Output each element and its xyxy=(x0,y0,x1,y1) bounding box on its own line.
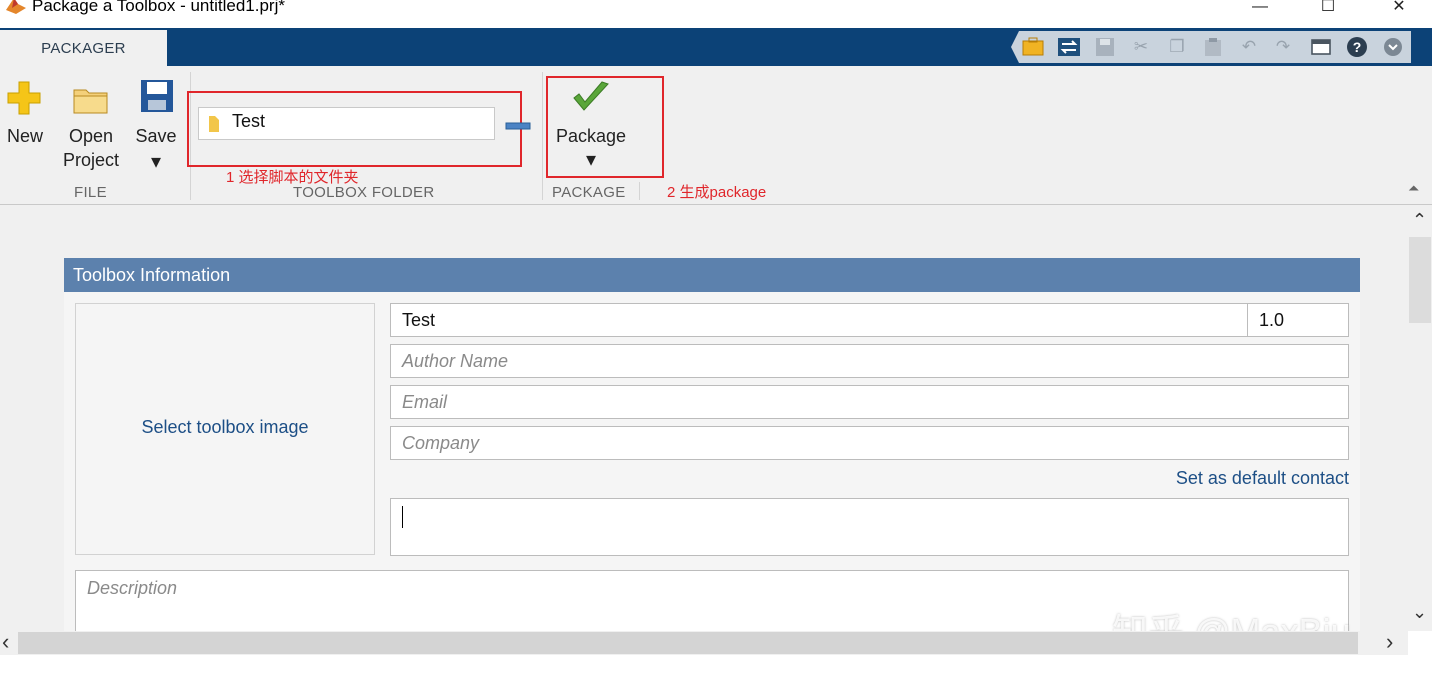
svg-text:?: ? xyxy=(1353,39,1362,55)
ribbon-divider xyxy=(542,72,543,200)
folder-icon xyxy=(209,116,219,132)
text-cursor xyxy=(402,506,403,528)
summary-field[interactable] xyxy=(390,498,1349,556)
help-icon[interactable]: ? xyxy=(1344,35,1370,59)
new-button[interactable]: New xyxy=(0,124,50,148)
package-button[interactable]: Package xyxy=(550,124,632,148)
scroll-left-icon[interactable]: ‹ xyxy=(2,631,9,653)
scroll-down-icon[interactable]: ⌄ xyxy=(1412,603,1427,621)
cut-icon[interactable]: ✂ xyxy=(1128,35,1154,59)
title-bar: Package a Toolbox - untitled1.prj* — ☐ ✕ xyxy=(0,0,1432,28)
toolbox-icon[interactable] xyxy=(1020,35,1046,59)
remove-folder-button[interactable] xyxy=(505,118,531,130)
open-label: Open xyxy=(68,126,114,146)
expand-icon[interactable] xyxy=(1380,35,1406,59)
vertical-scroll-thumb[interactable] xyxy=(1409,237,1431,323)
save-button[interactable]: Save xyxy=(131,124,181,148)
toggle-layout-icon[interactable] xyxy=(1056,35,1082,59)
matlab-logo-icon xyxy=(6,0,26,14)
content-area: Toolbox Information Select toolbox image… xyxy=(0,205,1408,631)
tab-packager[interactable]: PACKAGER xyxy=(0,30,167,66)
email-field[interactable]: Email xyxy=(390,385,1349,419)
copy-icon[interactable]: ❐ xyxy=(1164,35,1190,59)
maximize-button[interactable]: ☐ xyxy=(1305,0,1351,18)
collapse-ribbon-icon[interactable]: ⏶ xyxy=(1408,180,1419,197)
vertical-scrollbar[interactable]: ⌃ ⌄ xyxy=(1408,205,1432,631)
select-image-link[interactable]: Select toolbox image xyxy=(76,417,374,438)
save-disk-icon xyxy=(139,78,175,119)
toolbox-info-header: Toolbox Information xyxy=(64,258,1360,292)
package-dropdown-icon[interactable]: ▾ xyxy=(550,148,632,172)
ribbon-divider xyxy=(639,182,640,200)
toolbox-folder-section-label: TOOLBOX FOLDER xyxy=(293,184,435,201)
save-icon[interactable] xyxy=(1092,35,1118,59)
package-section-label: PACKAGE xyxy=(552,184,626,201)
file-section-label: FILE xyxy=(74,184,107,201)
undo-icon[interactable]: ↶ xyxy=(1236,35,1262,59)
project-label: Project xyxy=(62,150,120,170)
watermark: 知乎 @MaxBiu xyxy=(1112,603,1351,631)
company-field[interactable]: Company xyxy=(390,426,1349,460)
open-project-button[interactable]: Open Project xyxy=(56,124,126,172)
annotation-step2: 2 生成package xyxy=(667,184,767,201)
set-default-contact-link[interactable]: Set as default contact xyxy=(1080,468,1349,489)
scroll-up-icon[interactable]: ⌃ xyxy=(1412,211,1427,229)
checkmark-icon xyxy=(572,80,610,119)
window-title: Package a Toolbox - untitled1.prj* xyxy=(32,0,285,15)
scroll-right-icon[interactable]: › xyxy=(1386,631,1393,653)
toolbox-folder-value: Test xyxy=(232,111,266,131)
new-icon xyxy=(6,80,42,121)
toolbox-folder-field[interactable]: Test xyxy=(198,107,495,140)
paste-icon[interactable] xyxy=(1200,35,1226,59)
toolbox-name-field[interactable]: Test xyxy=(390,303,1249,337)
window-icon[interactable] xyxy=(1308,35,1334,59)
save-dropdown-icon[interactable]: ▾ xyxy=(131,150,181,174)
minimize-button[interactable]: — xyxy=(1237,0,1283,18)
version-field[interactable]: 1.0 xyxy=(1247,303,1349,337)
toolbox-image-area[interactable]: Select toolbox image xyxy=(75,303,375,555)
author-name-field[interactable]: Author Name xyxy=(390,344,1349,378)
horizontal-scrollbar[interactable]: ‹ › xyxy=(0,631,1408,655)
open-folder-icon xyxy=(72,84,110,121)
horizontal-scroll-thumb[interactable] xyxy=(18,632,1358,654)
close-button[interactable]: ✕ xyxy=(1376,0,1422,18)
redo-icon[interactable]: ↷ xyxy=(1270,35,1296,59)
